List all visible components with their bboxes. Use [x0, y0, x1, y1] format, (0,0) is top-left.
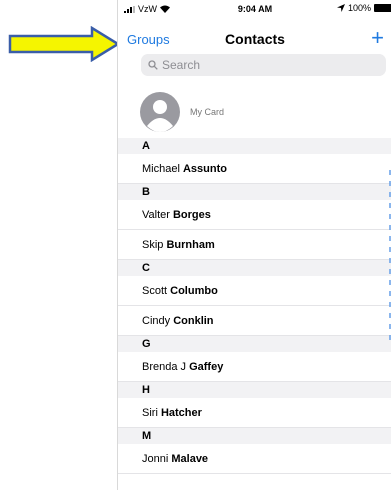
contact-first-name: Skip: [142, 239, 164, 251]
search-icon: [148, 60, 158, 70]
contact-last-name: Burnham: [166, 239, 215, 251]
contact-row[interactable]: Jonni Malave: [118, 444, 391, 474]
contact-first-name: Michael: [142, 163, 180, 175]
contact-last-name: Columbo: [170, 285, 218, 297]
contact-last-name: Borges: [172, 209, 211, 221]
contact-first-name: Brenda J: [142, 361, 187, 373]
section-header-h: H: [118, 382, 391, 398]
contact-row[interactable]: Brenda J Gaffey: [118, 352, 391, 382]
contact-row[interactable]: Cindy Conklin: [118, 306, 391, 336]
page-title: Contacts: [225, 31, 285, 47]
contacts-list: A Michael Assunto B Valter Borges Skip Burnh…: [118, 138, 391, 474]
contacts-screen: VzW 9:04 AM 100% Groups Contacts + Searc…: [117, 0, 391, 490]
section-header-m: M: [118, 428, 391, 444]
section-header-a: A: [118, 138, 391, 154]
section-header-g: G: [118, 336, 391, 352]
search-placeholder: Search: [162, 58, 201, 72]
add-contact-button[interactable]: +: [371, 26, 384, 50]
contact-first-name: Cindy: [142, 315, 171, 327]
battery-icon: [374, 4, 391, 12]
location-icon: [336, 4, 345, 12]
contact-last-name: Malave: [171, 453, 209, 465]
section-header-b: B: [118, 184, 391, 200]
avatar: [140, 92, 180, 132]
my-card-row[interactable]: My Card: [118, 88, 391, 136]
contact-row[interactable]: Siri Hatcher: [118, 398, 391, 428]
contact-first-name: Scott: [142, 285, 168, 297]
contact-first-name: Jonni: [142, 453, 169, 465]
contact-row[interactable]: Scott Columbo: [118, 276, 391, 306]
contact-first-name: Siri: [142, 407, 158, 419]
contact-row[interactable]: Skip Burnham: [118, 230, 391, 260]
yellow-arrow-annotation: [8, 26, 120, 62]
contact-last-name: Conklin: [173, 315, 214, 327]
my-card-label: My Card: [190, 107, 225, 117]
contact-row[interactable]: Valter Borges: [118, 200, 391, 230]
contact-last-name: Assunto: [182, 163, 227, 175]
contact-last-name: Gaffey: [189, 361, 224, 373]
battery-percent: 100%: [347, 3, 371, 13]
status-bar: VzW 9:04 AM 100%: [118, 0, 391, 20]
contact-first-name: Valter: [142, 209, 170, 221]
navigation-bar: Groups Contacts +: [118, 26, 391, 52]
contact-row[interactable]: Michael Assunto: [118, 154, 391, 184]
contact-last-name: Hatcher: [160, 407, 202, 419]
search-input[interactable]: Search: [141, 54, 386, 76]
section-header-c: C: [118, 260, 391, 276]
